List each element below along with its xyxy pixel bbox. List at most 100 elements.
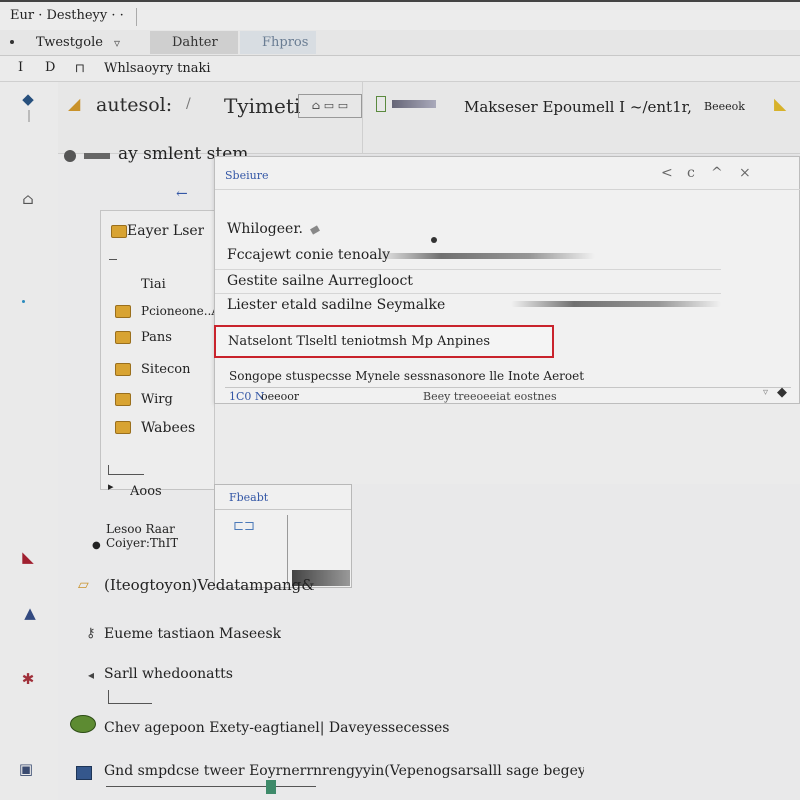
address-bar: I D ⊓ Whlsaoyry tnaki bbox=[0, 56, 800, 82]
folder-icon bbox=[115, 393, 131, 406]
list-item[interactable]: Pcioneone..A bbox=[141, 304, 220, 318]
search-bar-icon bbox=[84, 153, 110, 159]
toolbar-tyimeti[interactable]: Tyimeti bbox=[224, 94, 300, 118]
refresh-icon[interactable]: c bbox=[687, 165, 695, 181]
alert-icon[interactable]: ◆ bbox=[777, 385, 787, 400]
edit-icon[interactable]: / bbox=[186, 96, 191, 112]
cursor-icon bbox=[266, 780, 276, 794]
status-left: 1C0 N bbox=[229, 390, 265, 403]
list-item[interactable]: Tiai bbox=[141, 277, 166, 292]
dialog-row[interactable]: Gestite sailne Aurreglooct bbox=[227, 273, 413, 289]
lower-panel bbox=[214, 404, 800, 484]
dialog-row[interactable]: Fccajewt conie tenoaly bbox=[227, 247, 390, 263]
list-item[interactable]: Wabees bbox=[141, 420, 195, 436]
tab-twestgole[interactable]: Twestgole bbox=[36, 35, 103, 50]
dialog-row[interactable]: Whilogeer. bbox=[227, 221, 303, 237]
progress-icon bbox=[392, 100, 436, 108]
divider bbox=[215, 189, 800, 190]
window-title: Eur · Destheyy · · bbox=[10, 8, 124, 23]
tab-dahter[interactable]: Dahter bbox=[150, 31, 238, 54]
folder-icon bbox=[115, 363, 131, 376]
redaction-mark bbox=[511, 301, 721, 307]
tab-bar: Twestgole ▿ Dahter Fhpros bbox=[0, 30, 800, 56]
nav-forward-button[interactable]: D bbox=[45, 60, 55, 75]
resize-icon[interactable]: ▿ bbox=[763, 387, 768, 398]
highlighted-row-label: Natselont Tlseltl teniotmsh Mp Anpines bbox=[228, 334, 491, 349]
list-item[interactable]: Pans bbox=[141, 330, 172, 345]
divider bbox=[287, 515, 288, 585]
list-header[interactable]: Eayer Lser bbox=[127, 223, 204, 239]
divider bbox=[28, 110, 30, 122]
list-item[interactable]: Sitecon bbox=[141, 362, 190, 377]
lower-item[interactable]: Gnd smpdcse tweer Eoyrnerrnrengyyin(Vepe… bbox=[104, 763, 584, 779]
folder-open-icon: ▱ bbox=[78, 577, 89, 593]
status-mid: oeeoor bbox=[261, 390, 300, 403]
popup-title: Fbeabt bbox=[229, 491, 269, 504]
dot-icon bbox=[431, 237, 437, 243]
folder-icon bbox=[115, 305, 131, 318]
title-bar: Eur · Destheyy · · bbox=[0, 0, 800, 30]
divider bbox=[225, 387, 791, 388]
bookmark-icon[interactable]: ⊓ bbox=[75, 61, 85, 75]
search-icon[interactable] bbox=[64, 150, 76, 162]
redaction-mark bbox=[375, 253, 595, 259]
address-path[interactable]: Whlsaoyry tnaki bbox=[104, 61, 211, 76]
bug-icon[interactable]: ✱ bbox=[18, 670, 38, 688]
folder-icon bbox=[115, 331, 131, 344]
lower-item[interactable]: Sarll whedoonatts bbox=[104, 666, 233, 682]
nav-back-button[interactable]: I bbox=[18, 60, 23, 75]
robot-icon[interactable]: ▣ bbox=[16, 760, 36, 778]
lower-item[interactable]: Chev agepoon Exety-eagtianel| Daveyessec… bbox=[104, 720, 450, 736]
home-icon[interactable]: ⌂ bbox=[18, 190, 38, 208]
back-arrow-icon[interactable]: ← bbox=[176, 186, 188, 202]
tool-widget-icon[interactable]: ⌂ ▭ ▭ bbox=[298, 94, 362, 118]
tag-icon[interactable]: ◣ bbox=[18, 548, 38, 566]
lower-item[interactable]: (Iteogtoyon)Vedatampang& bbox=[104, 576, 315, 594]
monitor-icon bbox=[76, 766, 92, 780]
lower-item[interactable]: Lesoo Raar bbox=[106, 522, 175, 536]
toolbar-autesol[interactable]: autesol: bbox=[96, 94, 172, 116]
toolbar-beeeok[interactable]: Beeeok bbox=[704, 100, 745, 113]
folder-icon bbox=[111, 225, 127, 238]
close-icon[interactable]: × bbox=[739, 165, 751, 181]
bullet-icon: ◂ bbox=[88, 668, 95, 682]
divider bbox=[215, 509, 351, 510]
dot-icon bbox=[22, 300, 25, 303]
tab-fhpros[interactable]: Fhpros bbox=[240, 31, 316, 54]
cursor-icon: ● bbox=[92, 540, 101, 551]
lower-item[interactable]: Coiyer:ThIT bbox=[106, 536, 178, 550]
file-icon[interactable] bbox=[376, 96, 386, 112]
status-right: Beey treeoeeiat eostnes bbox=[423, 390, 557, 403]
dialog: Sbeiure < c ^ × Whilogeer. Fccajewt coni… bbox=[214, 156, 800, 404]
lower-item[interactable]: Eueme tastiaon Maseesk bbox=[104, 626, 281, 642]
divider bbox=[215, 269, 721, 270]
dialog-note: Songope stuspecsse Mynele sessnasonore l… bbox=[229, 369, 585, 383]
tree-line bbox=[108, 465, 144, 475]
pin-icon[interactable]: ▿ bbox=[114, 36, 120, 50]
cursor-icon: ▸ bbox=[108, 480, 114, 493]
divider bbox=[136, 8, 137, 26]
list-footer[interactable]: Aoos bbox=[130, 484, 162, 499]
divider bbox=[362, 82, 363, 154]
up-icon[interactable]: ^ bbox=[711, 165, 723, 181]
tree-line bbox=[109, 259, 117, 260]
up-arrow-icon[interactable]: ▲ bbox=[20, 604, 40, 622]
pin-icon[interactable]: ◆ bbox=[18, 90, 38, 108]
flag-icon[interactable]: ◣ bbox=[774, 94, 786, 113]
dialog-title: Sbeiure bbox=[225, 169, 269, 182]
list-panel: Eayer Lser Tiai Pcioneone..A Pans Siteco… bbox=[100, 210, 220, 490]
list-item[interactable]: Wirg bbox=[141, 392, 173, 407]
tree-line bbox=[108, 690, 152, 704]
warning-icon[interactable]: ◢ bbox=[68, 94, 80, 113]
drive-icon[interactable]: ⊏⊐ bbox=[233, 519, 255, 534]
key-icon: ⚷ bbox=[86, 626, 96, 641]
pen-icon bbox=[310, 225, 320, 235]
dialog-row[interactable]: Liester etald sadilne Seymalke bbox=[227, 297, 445, 313]
underline bbox=[106, 786, 316, 787]
left-rail: ◆ ⌂ ◣ ▲ ✱ ▣ bbox=[0, 82, 58, 800]
back-icon[interactable]: < bbox=[661, 165, 673, 181]
highlighted-row[interactable]: Natselont Tlseltl teniotmsh Mp Anpines bbox=[214, 325, 554, 358]
folder-icon bbox=[115, 421, 131, 434]
divider bbox=[215, 293, 721, 294]
toolbar-path[interactable]: Makseser Epoumell I ~/ent1r, bbox=[464, 98, 692, 116]
